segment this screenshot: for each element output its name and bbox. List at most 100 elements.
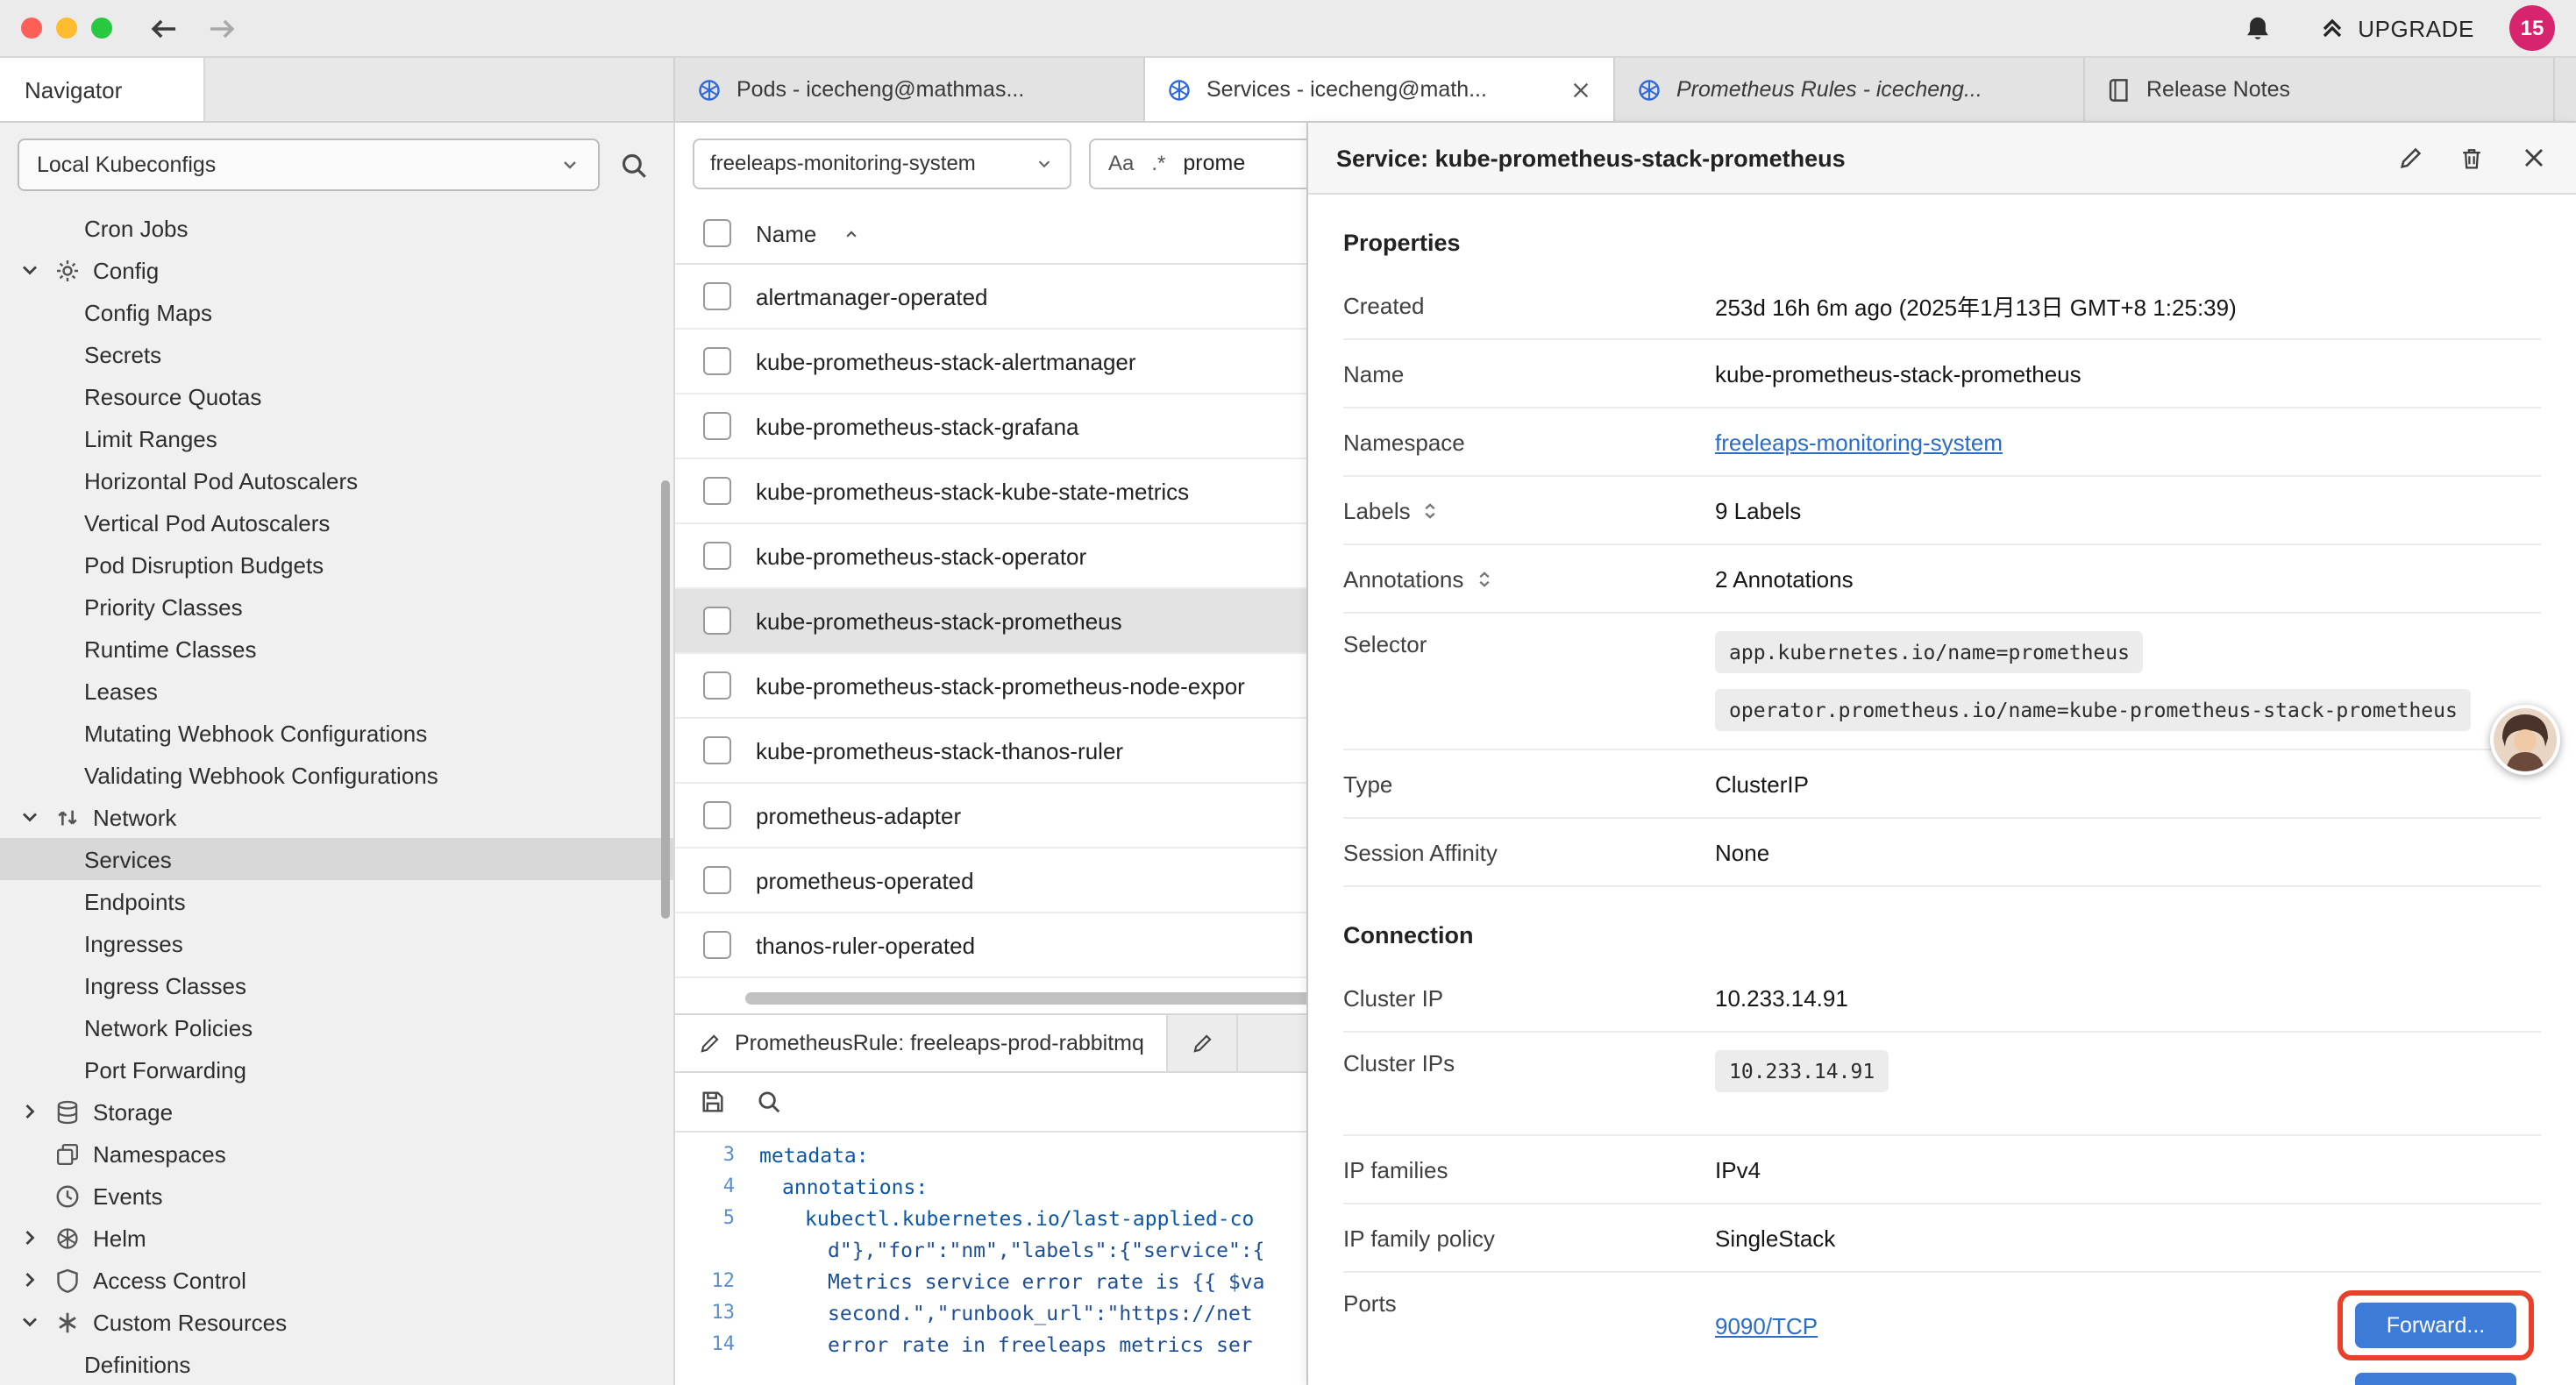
chevron-down-icon[interactable]	[18, 258, 42, 282]
dock-tab-partial[interactable]	[1169, 1015, 1239, 1071]
sidebar-item-services[interactable]: Services	[0, 838, 673, 880]
maximize-window-button[interactable]	[91, 18, 112, 39]
sidebar-item-leases[interactable]: Leases	[0, 670, 673, 712]
close-window-button[interactable]	[21, 18, 42, 39]
forward-button[interactable]: Forward...	[2355, 1373, 2516, 1385]
sidebar-item-ingress-classes[interactable]: Ingress Classes	[0, 964, 673, 1006]
notification-badge[interactable]: 15	[2509, 5, 2555, 51]
sidebar-item-priority-classes[interactable]: Priority Classes	[0, 586, 673, 628]
chevron-right-icon[interactable]	[18, 1268, 42, 1292]
sidebar-item-validating-webhook-configurations[interactable]: Validating Webhook Configurations	[0, 754, 673, 796]
sort-icon[interactable]	[1421, 501, 1441, 520]
service-row[interactable]: kube-prometheus-stack-grafana	[675, 394, 1306, 459]
sidebar-item-config[interactable]: Config	[0, 249, 673, 291]
sidebar-item-port-forwarding[interactable]: Port Forwarding	[0, 1048, 673, 1090]
yaml-editor[interactable]: 3metadata:4annotations:5kubectl.kubernet…	[675, 1133, 1306, 1385]
port-link[interactable]: 9090/TCP	[1715, 1312, 1818, 1339]
sidebar-scrollbar[interactable]	[661, 480, 670, 919]
service-row[interactable]: kube-prometheus-stack-prometheus	[675, 589, 1306, 654]
service-row[interactable]: kube-prometheus-stack-operator	[675, 524, 1306, 589]
row-checkbox[interactable]	[703, 931, 731, 959]
sidebar-item-network-policies[interactable]: Network Policies	[0, 1006, 673, 1048]
namespace-link[interactable]: freeleaps-monitoring-system	[1715, 429, 2003, 455]
sidebar-item-helm[interactable]: Helm	[0, 1217, 673, 1259]
sort-icon[interactable]	[1474, 569, 1493, 588]
tab-navigator[interactable]: Navigator	[0, 58, 205, 121]
sidebar-item-events[interactable]: Events	[0, 1175, 673, 1217]
resource-tree: Cron JobsConfigConfig MapsSecretsResourc…	[0, 207, 673, 1385]
row-checkbox[interactable]	[703, 542, 731, 570]
close-icon[interactable]	[2520, 144, 2548, 172]
service-row[interactable]: alertmanager-operated	[675, 265, 1306, 330]
sidebar-item-secrets[interactable]: Secrets	[0, 333, 673, 375]
pencil-icon[interactable]	[2397, 145, 2423, 171]
search-input[interactable]: Aa .* prome	[1089, 138, 1308, 188]
sidebar-item-storage[interactable]: Storage	[0, 1090, 673, 1133]
row-checkbox[interactable]	[703, 736, 731, 764]
database-icon	[54, 1098, 81, 1125]
floppy-icon[interactable]	[700, 1089, 726, 1115]
row-checkbox[interactable]	[703, 412, 731, 440]
sidebar-item-vertical-pod-autoscalers[interactable]: Vertical Pod Autoscalers	[0, 501, 673, 543]
dock-tab-prometheusrule[interactable]: PrometheusRule: freeleaps-prod-rabbitmq	[675, 1015, 1169, 1071]
sidebar-item-mutating-webhook-configurations[interactable]: Mutating Webhook Configurations	[0, 712, 673, 754]
service-row[interactable]: kube-prometheus-stack-prometheus-node-ex…	[675, 654, 1306, 719]
trash-icon[interactable]	[2459, 145, 2485, 171]
bell-icon[interactable]	[2242, 13, 2272, 43]
tab-pods-icecheng-mathmas[interactable]: Pods - icecheng@mathmas...	[675, 58, 1145, 121]
sidebar-item-network[interactable]: Network	[0, 796, 673, 838]
tab-release-notes[interactable]: Release Notes	[2085, 58, 2555, 121]
chevron-down-icon[interactable]	[18, 805, 42, 829]
search-icon[interactable]	[756, 1089, 782, 1115]
service-row[interactable]: kube-prometheus-stack-kube-state-metrics	[675, 459, 1306, 524]
sidebar-item-resource-quotas[interactable]: Resource Quotas	[0, 375, 673, 417]
search-icon[interactable]	[619, 150, 649, 180]
sidebar-item-custom-resources[interactable]: Custom Resources	[0, 1301, 673, 1343]
chevron-right-icon[interactable]	[18, 1099, 42, 1124]
service-row[interactable]: kube-prometheus-stack-alertmanager	[675, 330, 1306, 394]
avatar[interactable]	[2490, 705, 2560, 775]
chevron-down-icon[interactable]	[18, 1310, 42, 1334]
sidebar-item-runtime-classes[interactable]: Runtime Classes	[0, 628, 673, 670]
row-checkbox[interactable]	[703, 801, 731, 829]
sidebar-item-endpoints[interactable]: Endpoints	[0, 880, 673, 922]
upgrade-button[interactable]: UPGRADE	[2317, 14, 2474, 42]
sidebar-item-definitions[interactable]: Definitions	[0, 1343, 673, 1385]
horizontal-scrollbar[interactable]	[675, 989, 1306, 1010]
sidebar-item-config-maps[interactable]: Config Maps	[0, 291, 673, 333]
namespace-filter[interactable]: freeleaps-monitoring-system	[693, 138, 1071, 188]
select-all-checkbox[interactable]	[703, 219, 731, 247]
name-column-header[interactable]: Name	[756, 220, 816, 246]
row-checkbox[interactable]	[703, 282, 731, 310]
forward-button[interactable]: Forward...	[2355, 1303, 2516, 1348]
service-row[interactable]: thanos-ruler-operated	[675, 913, 1306, 978]
row-checkbox[interactable]	[703, 607, 731, 635]
sidebar-item-namespaces[interactable]: Namespaces	[0, 1133, 673, 1175]
tab-prometheus-rules-icecheng[interactable]: Prometheus Rules - icecheng...	[1615, 58, 2085, 121]
back-arrow-icon[interactable]	[147, 11, 181, 45]
row-checkbox[interactable]	[703, 347, 731, 375]
sidebar-item-access-control[interactable]: Access Control	[0, 1259, 673, 1301]
sidebar-item-horizontal-pod-autoscalers[interactable]: Horizontal Pod Autoscalers	[0, 459, 673, 501]
chevron-right-icon[interactable]	[18, 1225, 42, 1250]
match-case-toggle[interactable]: Aa	[1108, 151, 1134, 175]
service-row[interactable]: prometheus-adapter	[675, 784, 1306, 849]
sidebar-item-ingresses[interactable]: Ingresses	[0, 922, 673, 964]
minimize-window-button[interactable]	[56, 18, 77, 39]
close-icon[interactable]	[1569, 78, 1592, 101]
tab-services-icecheng-math[interactable]: Services - icecheng@math...	[1145, 58, 1615, 121]
regex-toggle[interactable]: .*	[1151, 151, 1165, 175]
forward-arrow-icon[interactable]	[205, 11, 238, 45]
sidebar-item-pod-disruption-budgets[interactable]: Pod Disruption Budgets	[0, 543, 673, 586]
tab-argo-s[interactable]: Argo S	[2555, 58, 2576, 121]
kubeconfig-selector[interactable]: Local Kubeconfigs	[18, 138, 600, 191]
row-checkbox[interactable]	[703, 866, 731, 894]
row-checkbox[interactable]	[703, 671, 731, 700]
sidebar-item-limit-ranges[interactable]: Limit Ranges	[0, 417, 673, 459]
caret-up-icon[interactable]	[841, 224, 860, 243]
pencil-icon	[698, 1032, 721, 1055]
service-row[interactable]: prometheus-operated	[675, 849, 1306, 913]
row-checkbox[interactable]	[703, 477, 731, 505]
sidebar-item-cron-jobs[interactable]: Cron Jobs	[0, 207, 673, 249]
service-row[interactable]: kube-prometheus-stack-thanos-ruler	[675, 719, 1306, 784]
